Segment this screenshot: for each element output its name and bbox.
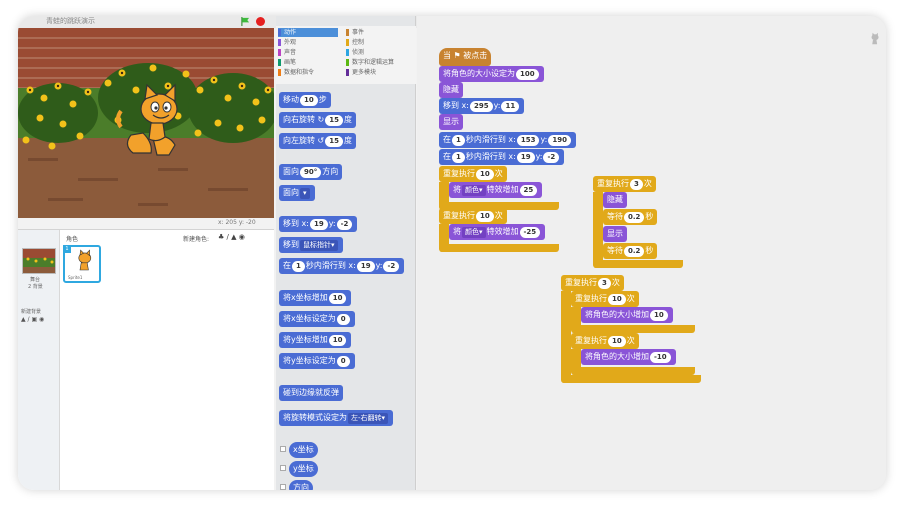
block-show-2[interactable]: 显示 bbox=[603, 226, 627, 242]
category-control[interactable]: 控制 bbox=[346, 38, 406, 47]
category-sensing[interactable]: 侦测 bbox=[346, 48, 406, 57]
block-rotation-style[interactable]: 将旋转模式设定为 左-右翻转▾ bbox=[279, 410, 394, 426]
category-operators[interactable]: 数字和逻辑运算 bbox=[346, 58, 406, 67]
sprite-thumbnail[interactable]: 1 Sprite1 bbox=[63, 245, 101, 283]
block-wait-2[interactable]: 等待 0.2 秒 bbox=[603, 243, 658, 259]
block-point-in-direction[interactable]: 面向 90° 方向 bbox=[279, 164, 343, 180]
block-change-y[interactable]: 将y坐标增加 10 bbox=[279, 332, 352, 348]
stage-backdrop-count: 2 背景 bbox=[28, 284, 43, 290]
block-hide[interactable]: 隐藏 bbox=[439, 82, 463, 98]
stage[interactable] bbox=[18, 28, 274, 218]
reporter-direction[interactable]: 方向 bbox=[289, 480, 313, 490]
sprite-name: Sprite1 bbox=[68, 275, 83, 280]
block-wait-1[interactable]: 等待 0.2 秒 bbox=[603, 209, 658, 225]
block-glide-1[interactable]: 在 1 秒内滑行到 x: 153 y: 190 bbox=[439, 132, 576, 148]
checkbox-direction[interactable] bbox=[280, 484, 286, 490]
block-goto-xy-script[interactable]: 移到 x: 295 y: 11 bbox=[439, 98, 525, 114]
backdrop-tools-icons[interactable]: ▲ / ▣ ◉ bbox=[21, 316, 44, 323]
cat-sprite[interactable] bbox=[113, 83, 193, 163]
sprite-pane: 舞台 2 背景 新建背景 ▲ / ▣ ◉ 角色 新建角色: ♣ / ▲ ◉ 1 … bbox=[18, 229, 274, 490]
block-show[interactable]: 显示 bbox=[439, 114, 463, 130]
block-goto-target[interactable]: 移到 鼠标指针▾ bbox=[279, 237, 343, 253]
block-change-effect-2[interactable]: 将颜色▾ 特效增加 -25 bbox=[449, 224, 546, 240]
category-events[interactable]: 事件 bbox=[346, 28, 406, 37]
category-looks[interactable]: 外观 bbox=[278, 38, 338, 47]
block-bounce[interactable]: 碰到边缘就反弹 bbox=[279, 385, 343, 401]
block-turn-left[interactable]: 向左旋转 ↺ 15 度 bbox=[279, 133, 356, 149]
block-change-size-shrink[interactable]: 将角色的大小增加 -10 bbox=[581, 349, 676, 365]
category-data[interactable]: 数据和指令 bbox=[278, 68, 338, 77]
block-repeat-1[interactable]: 重复执行 10 次 bbox=[439, 166, 507, 182]
checkbox-y-position[interactable] bbox=[280, 465, 286, 471]
stage-thumbnail[interactable] bbox=[22, 248, 56, 274]
block-point-towards[interactable]: 面向 ▾ bbox=[279, 185, 315, 201]
checkbox-x-position[interactable] bbox=[280, 446, 286, 452]
scripts-area[interactable]: 当 ⚑ 被点击 将角色的大小设定为 100 隐藏 移到 x: 295 y: 11 显示 … bbox=[417, 16, 886, 490]
block-hide-2[interactable]: 隐藏 bbox=[603, 192, 627, 208]
sprite-info-watermark bbox=[864, 32, 884, 48]
project-title[interactable]: 青蛙的跳跃演示 bbox=[46, 16, 95, 26]
green-flag-icon[interactable] bbox=[241, 17, 250, 26]
block-change-x[interactable]: 将x坐标增加 10 bbox=[279, 290, 352, 306]
block-goto-xy[interactable]: 移到 x: 19 y: -2 bbox=[279, 216, 358, 232]
block-repeat-3-outer[interactable]: 重复执行 3 次 bbox=[561, 275, 624, 291]
scratch-window: 青蛙的跳跃演示 x: 205 y: -20 舞台 2 背景 新建背景 ▲ / ▣… bbox=[18, 16, 886, 490]
block-repeat-10-grow[interactable]: 重复执行 10 次 bbox=[571, 291, 639, 307]
block-glide-2[interactable]: 在 1 秒内滑行到 x: 19 y: -2 bbox=[439, 149, 565, 165]
block-glide[interactable]: 在 1 秒内滑行到 x: 19 y: -2 bbox=[279, 258, 405, 274]
stage-label: 舞台 bbox=[30, 277, 41, 283]
new-sprite-tools-icons[interactable]: ♣ / ▲ ◉ bbox=[218, 233, 245, 241]
block-move-steps[interactable]: 移动 10 步 bbox=[279, 92, 331, 108]
block-repeat-2[interactable]: 重复执行 10 次 bbox=[439, 208, 507, 224]
new-backdrop-label: 新建背景 bbox=[21, 309, 42, 315]
reporter-y-position[interactable]: y坐标 bbox=[289, 461, 318, 477]
reporter-x-position[interactable]: x坐标 bbox=[289, 442, 318, 458]
category-pen[interactable]: 画笔 bbox=[278, 58, 338, 67]
rotate-left-icon: ↺ bbox=[317, 136, 325, 145]
new-sprite-label: 新建角色: bbox=[183, 236, 210, 243]
block-set-x[interactable]: 将x坐标设定为 0 bbox=[279, 311, 355, 327]
cat-thumbnail-icon bbox=[78, 249, 92, 271]
rotate-right-icon: ↻ bbox=[317, 115, 325, 124]
category-panel: 动作 外观 声音 画笔 数据和指令 事件 控制 侦测 数字和逻辑运算 更多模块 bbox=[276, 26, 416, 84]
block-set-size[interactable]: 将角色的大小设定为 100 bbox=[439, 66, 544, 82]
block-repeat-3-times[interactable]: 重复执行 3 次 bbox=[593, 176, 656, 192]
block-set-y[interactable]: 将y坐标设定为 0 bbox=[279, 353, 355, 369]
block-change-effect-1[interactable]: 将颜色▾ 特效增加 25 bbox=[449, 182, 543, 198]
block-repeat-10-shrink[interactable]: 重复执行 10 次 bbox=[571, 333, 639, 349]
block-turn-right[interactable]: 向右旋转 ↻ 15 度 bbox=[279, 112, 356, 128]
blocks-palette: 动作 外观 声音 画笔 数据和指令 事件 控制 侦测 数字和逻辑运算 更多模块 … bbox=[276, 16, 416, 490]
cat-watermark-icon bbox=[871, 32, 879, 45]
stage-column: 舞台 2 背景 新建背景 ▲ / ▣ ◉ bbox=[18, 230, 60, 490]
category-more-blocks[interactable]: 更多模块 bbox=[346, 68, 406, 77]
category-sound[interactable]: 声音 bbox=[278, 48, 338, 57]
category-motion[interactable]: 动作 bbox=[278, 28, 338, 37]
sprites-header: 角色 bbox=[66, 236, 79, 243]
stop-icon[interactable] bbox=[256, 17, 265, 26]
block-when-flag-clicked[interactable]: 当 ⚑ 被点击 bbox=[439, 48, 492, 66]
block-change-size-grow[interactable]: 将角色的大小增加 10 bbox=[581, 307, 673, 323]
mouse-coordinates: x: 205 y: -20 bbox=[218, 219, 256, 226]
